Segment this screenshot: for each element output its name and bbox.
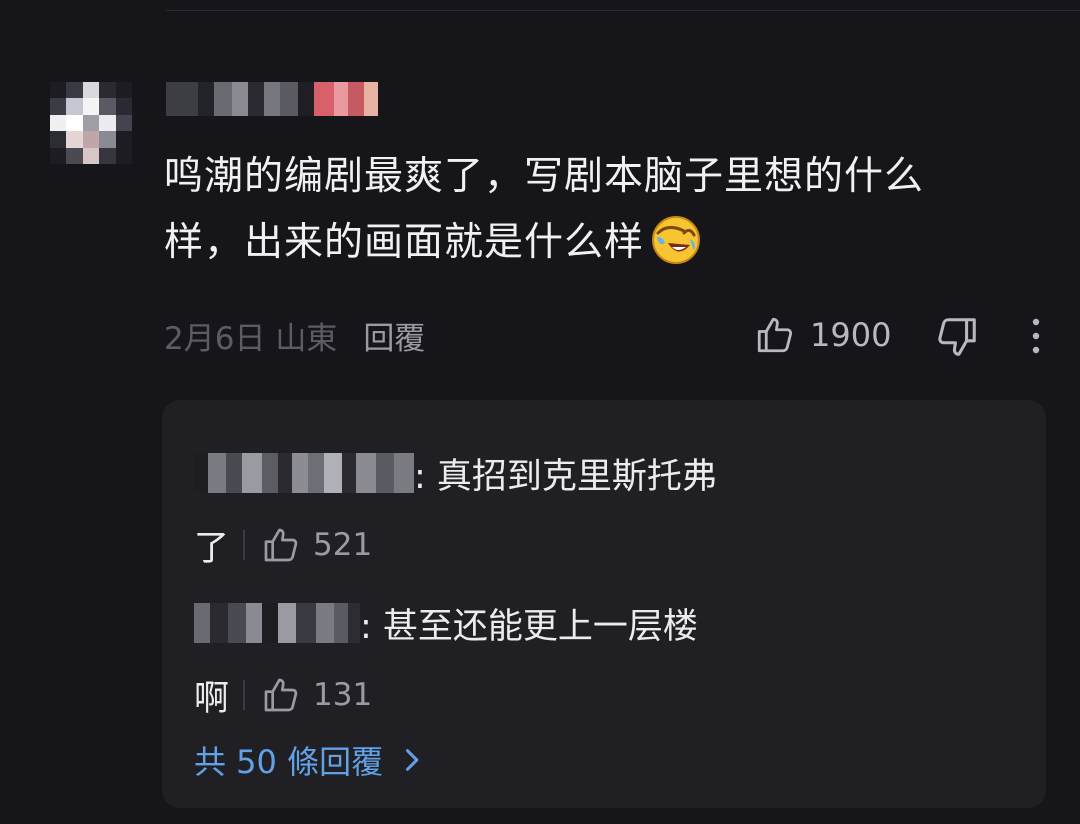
- reply-text-line-1: : 甚至还能更上一层楼: [360, 606, 698, 647]
- like-count: 1900: [810, 316, 892, 354]
- thumbs-up-icon: [757, 317, 793, 353]
- reply-like-count: 131: [313, 677, 373, 713]
- chevron-right-icon: [406, 749, 419, 771]
- like-button[interactable]: 1900: [754, 312, 891, 358]
- reply-author-censored[interactable]: [194, 453, 414, 493]
- reply-author-censored[interactable]: [194, 603, 360, 643]
- more-vertical-icon[interactable]: [1022, 316, 1050, 356]
- thumbs-down-icon[interactable]: [934, 314, 980, 360]
- reply-text-line-1: : 真招到克里斯托弗: [414, 456, 717, 497]
- comment-date-location: 2月6日 山東: [164, 313, 337, 358]
- comment-date: 2月6日: [164, 320, 266, 357]
- divider: [243, 680, 246, 710]
- top-divider: [166, 10, 1080, 11]
- reply-like-button[interactable]: 131: [261, 675, 372, 715]
- replies-panel: : 真招到克里斯托弗 了 521: 甚至还能更上一层楼 啊 131 共 50 …: [162, 400, 1046, 808]
- view-all-replies-link[interactable]: 共 50 條回覆: [194, 736, 425, 784]
- thumbs-up-icon: [264, 678, 298, 712]
- reply-item[interactable]: : 甚至还能更上一层楼 啊 131: [194, 598, 698, 720]
- view-all-replies-label: 共 50 條回覆: [194, 743, 384, 781]
- divider: [243, 530, 246, 560]
- reply-button[interactable]: 回覆: [363, 313, 425, 358]
- comment-text-line-2: 样，出来的画面就是什么样: [164, 220, 645, 265]
- comment-location: 山東: [275, 320, 338, 357]
- reply-like-count: 521: [313, 527, 373, 563]
- laughing-crying-face-emoji: [652, 216, 701, 264]
- username-censored[interactable]: [166, 82, 378, 116]
- comment-text-line-1: 鸣潮的编剧最爽了，写剧本脑子里想的什么: [164, 154, 925, 199]
- reply-item[interactable]: : 真招到克里斯托弗 了 521: [194, 448, 717, 570]
- avatar[interactable]: [50, 82, 132, 164]
- thumbs-up-icon: [264, 528, 298, 562]
- reply-like-button[interactable]: 521: [261, 525, 372, 565]
- reply-text-line-2: 了: [194, 528, 230, 569]
- comment-meta: 2月6日 山東 回覆: [164, 312, 425, 358]
- reply-text-line-2: 啊: [194, 678, 230, 719]
- comment-text: 鸣潮的编剧最爽了，写剧本脑子里想的什么 样，出来的画面就是什么样: [164, 144, 1024, 276]
